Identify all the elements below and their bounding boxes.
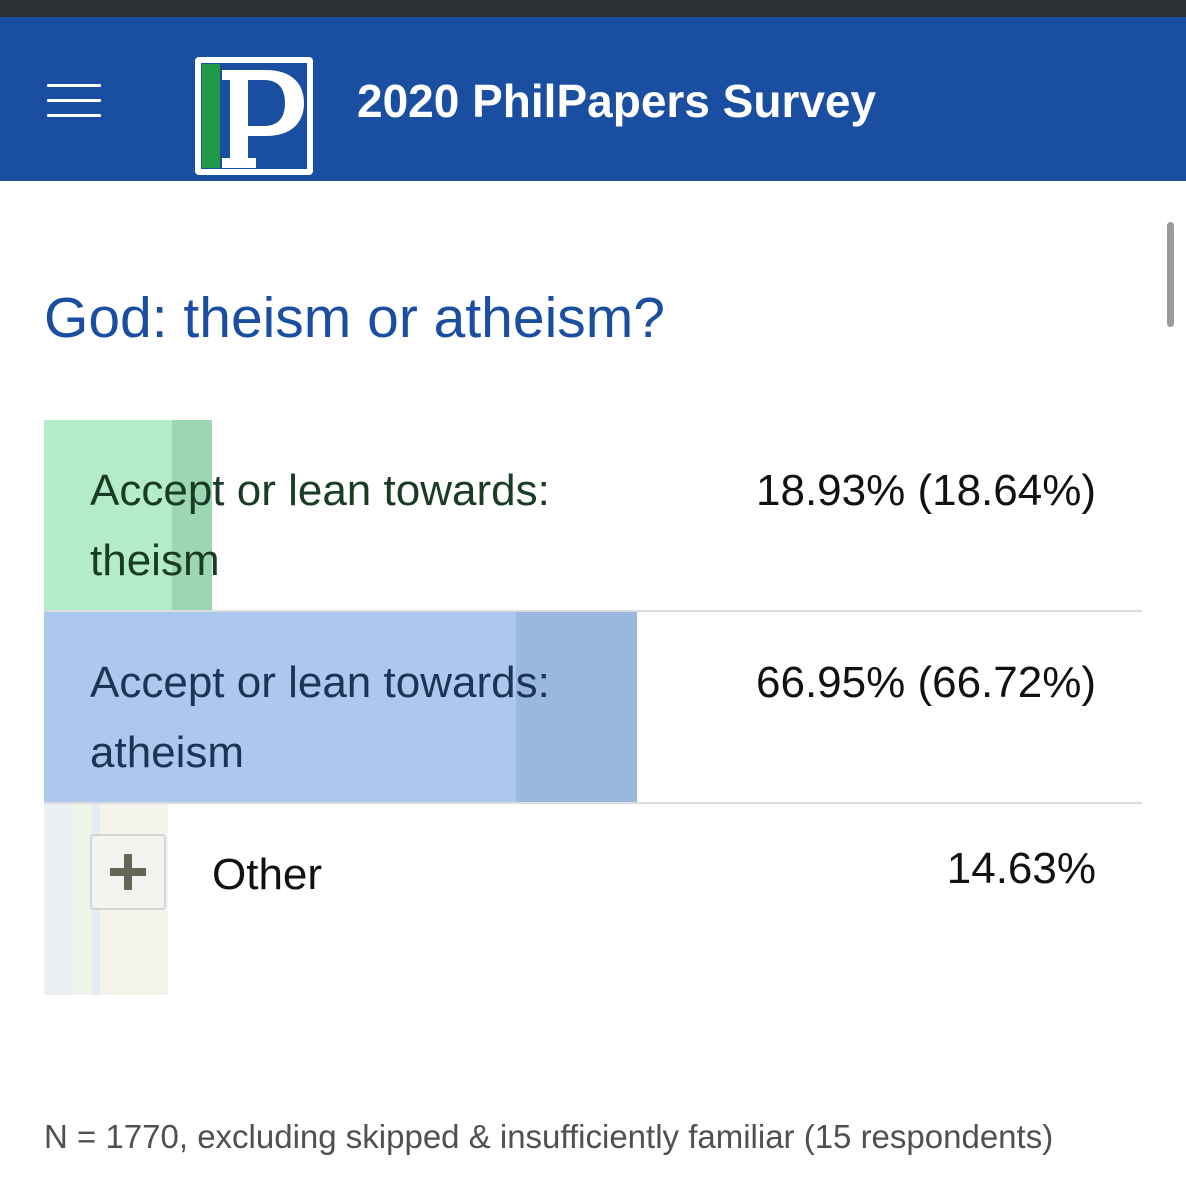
philpapers-logo[interactable] xyxy=(194,56,314,176)
scrollbar-thumb[interactable] xyxy=(1167,222,1174,327)
result-value: 14.63% xyxy=(946,844,1096,893)
result-row-theism: Accept or lean towards: theism 18.93% (1… xyxy=(44,420,1142,610)
browser-top-strip xyxy=(0,0,1186,17)
other-label[interactable]: Other xyxy=(212,840,322,910)
result-label: Accept or lean towards: atheism xyxy=(90,648,550,788)
question-title: God: theism or atheism? xyxy=(44,286,665,350)
hamburger-menu-icon[interactable] xyxy=(40,83,106,123)
results-table: Accept or lean towards: theism 18.93% (1… xyxy=(44,420,1142,995)
result-label-line2: theism xyxy=(90,536,220,585)
expand-other-button[interactable] xyxy=(90,834,166,910)
menu-line xyxy=(47,84,101,87)
result-row-other: Other 14.63% xyxy=(44,804,1142,995)
other-bar-segment xyxy=(44,804,74,995)
result-label-line1: Accept or lean towards: xyxy=(90,466,550,515)
menu-line xyxy=(47,114,101,117)
respondent-footnote: N = 1770, excluding skipped & insufficie… xyxy=(44,1118,1054,1155)
result-label-line2: atheism xyxy=(90,728,245,777)
site-title[interactable]: 2020 PhilPapers Survey xyxy=(357,73,876,129)
result-value: 18.93% (18.64%) xyxy=(756,466,1096,515)
result-row-atheism: Accept or lean towards: atheism 66.95% (… xyxy=(44,612,1142,802)
result-label: Accept or lean towards: theism xyxy=(90,456,550,596)
menu-line xyxy=(47,99,101,102)
result-value: 66.95% (66.72%) xyxy=(756,658,1096,707)
site-header: 2020 PhilPapers Survey xyxy=(0,17,1186,181)
plus-icon xyxy=(110,854,146,890)
result-label-line1: Accept or lean towards: xyxy=(90,658,550,707)
